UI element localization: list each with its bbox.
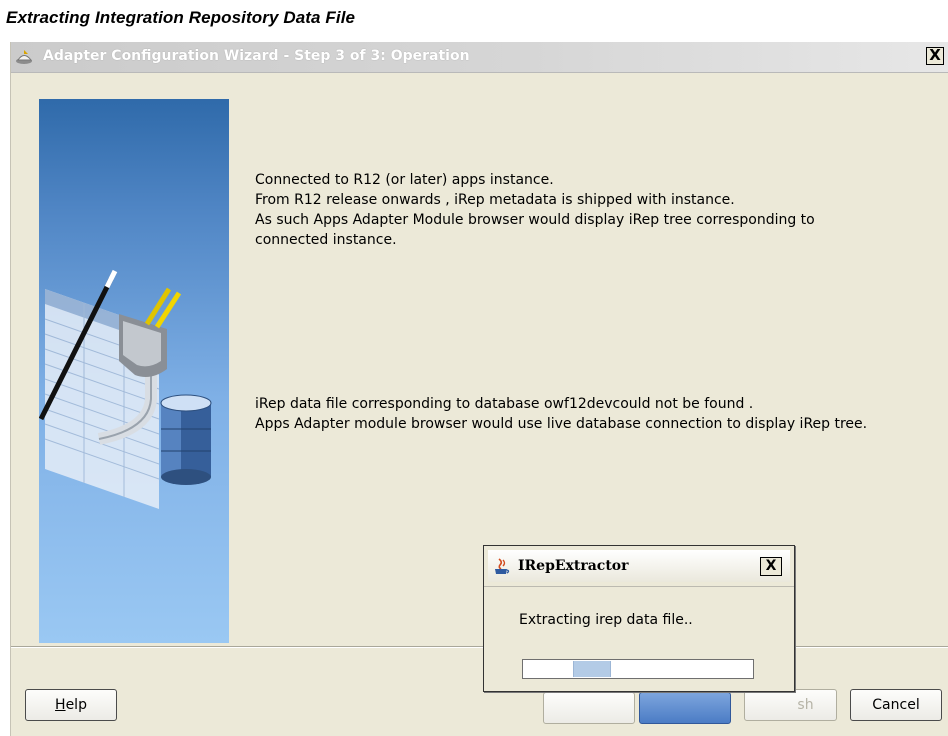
help-button[interactable]: Help — [25, 689, 117, 721]
adapter-wizard-window: Adapter Configuration Wizard - Step 3 of… — [10, 42, 948, 736]
help-label-rest: elp — [65, 697, 87, 713]
dialog-close-icon[interactable]: X — [760, 557, 782, 576]
finish-button[interactable]: sh — [744, 689, 837, 721]
extract-progress-bar — [522, 659, 754, 679]
dialog-titlebar[interactable]: IRepExtractor X — [484, 546, 794, 587]
wizard-side-image — [39, 99, 229, 643]
message-line: Connected to R12 (or later) apps instanc… — [255, 172, 554, 188]
message-line: Apps Adapter module browser would use li… — [255, 416, 868, 432]
help-mnemonic: H — [55, 697, 66, 713]
figure-caption: Extracting Integration Repository Data F… — [6, 8, 356, 27]
back-button[interactable] — [543, 692, 635, 724]
message-irep-not-found: iRep data file corresponding to database… — [255, 394, 867, 434]
message-line: connected instance. — [255, 232, 397, 248]
close-icon[interactable]: X — [926, 47, 944, 65]
message-line: iRep data file corresponding to database… — [255, 396, 754, 412]
message-line: As such Apps Adapter Module browser woul… — [255, 212, 815, 228]
button-bar-divider — [11, 646, 948, 648]
wizard-icon — [16, 50, 33, 64]
window-title: Adapter Configuration Wizard - Step 3 of… — [43, 48, 470, 64]
java-cup-icon — [495, 558, 510, 574]
finish-label-partial: sh — [797, 697, 814, 713]
dialog-title: IRepExtractor — [518, 558, 629, 574]
progress-indicator — [573, 661, 611, 677]
next-button[interactable] — [639, 692, 731, 724]
window-titlebar[interactable]: Adapter Configuration Wizard - Step 3 of… — [11, 42, 948, 73]
irep-extractor-dialog: IRepExtractor X Extracting irep data fil… — [483, 545, 795, 692]
cancel-button[interactable]: Cancel — [850, 689, 942, 721]
message-connected-instance: Connected to R12 (or later) apps instanc… — [255, 170, 815, 250]
dialog-message: Extracting irep data file.. — [519, 612, 693, 628]
message-line: From R12 release onwards , iRep metadata… — [255, 192, 735, 208]
